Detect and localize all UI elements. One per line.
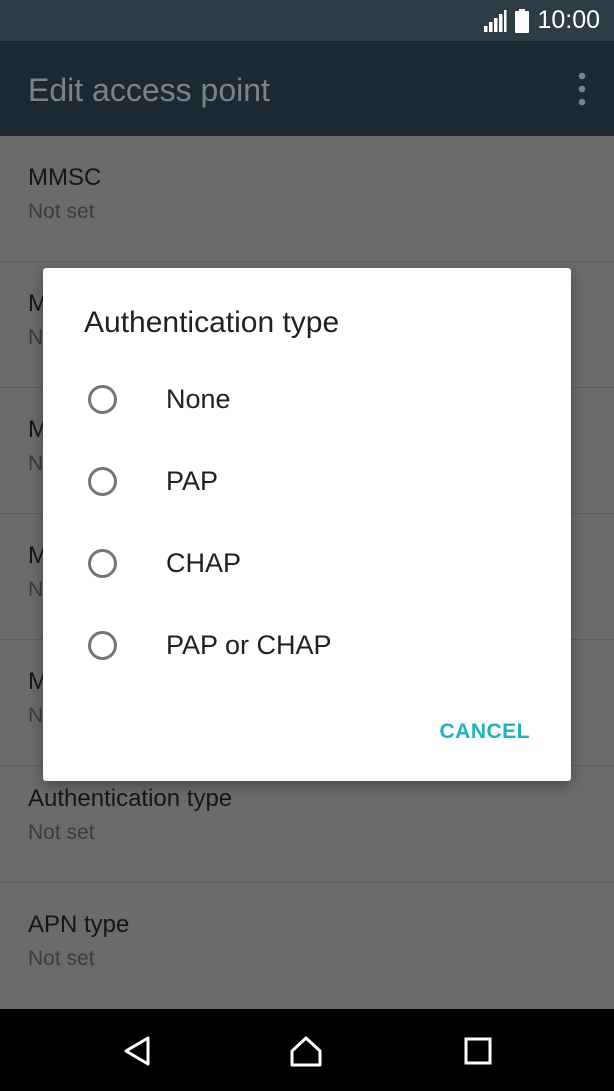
option-label: PAP bbox=[166, 466, 219, 496]
radio-button[interactable] bbox=[88, 631, 117, 660]
settings-item-value: N bbox=[28, 326, 44, 349]
settings-item-value: Not set bbox=[28, 947, 95, 970]
clock: 10:00 bbox=[537, 6, 600, 34]
settings-item-value: N bbox=[28, 578, 44, 601]
option-pap-or-chap[interactable]: PAP or CHAP bbox=[43, 607, 571, 689]
radio-button[interactable] bbox=[88, 549, 117, 578]
more-vert-icon[interactable] bbox=[576, 72, 588, 106]
navigation-bar bbox=[0, 1009, 614, 1091]
option-none[interactable]: None bbox=[43, 361, 571, 443]
app-bar: Edit access point bbox=[0, 41, 614, 136]
status-bar: 10:00 bbox=[0, 0, 614, 41]
settings-item-apn-type[interactable]: APN type Not set bbox=[0, 883, 614, 1009]
option-pap[interactable]: PAP bbox=[43, 443, 571, 525]
settings-item-title: APN type bbox=[28, 911, 130, 938]
cancel-button[interactable]: CANCEL bbox=[440, 720, 531, 744]
settings-item-title: MMSC bbox=[28, 164, 102, 191]
option-label: CHAP bbox=[166, 548, 242, 578]
signal-icon bbox=[484, 9, 507, 32]
settings-item-value: Not set bbox=[28, 200, 95, 223]
radio-button[interactable] bbox=[88, 467, 117, 496]
settings-item-mmsc[interactable]: MMSC Not set bbox=[0, 136, 614, 262]
recents-icon[interactable] bbox=[461, 1034, 495, 1068]
option-chap[interactable]: CHAP bbox=[43, 525, 571, 607]
option-label: None bbox=[166, 384, 231, 414]
settings-item-value: N bbox=[28, 452, 44, 475]
settings-item-value: Not set bbox=[28, 821, 95, 844]
settings-item-value: N bbox=[28, 704, 44, 727]
status-icons: 10:00 bbox=[483, 0, 600, 41]
authentication-type-dialog: Authentication type None PAP CHAP PAP or… bbox=[43, 268, 571, 781]
settings-item-title: Authentication type bbox=[28, 785, 233, 812]
back-icon[interactable] bbox=[120, 1034, 154, 1068]
radio-button[interactable] bbox=[88, 385, 117, 414]
home-icon[interactable] bbox=[289, 1034, 323, 1068]
page-title: Edit access point bbox=[28, 72, 270, 108]
dialog-title: Authentication type bbox=[84, 306, 340, 339]
option-label: PAP or CHAP bbox=[166, 630, 332, 660]
battery-icon bbox=[515, 8, 530, 33]
